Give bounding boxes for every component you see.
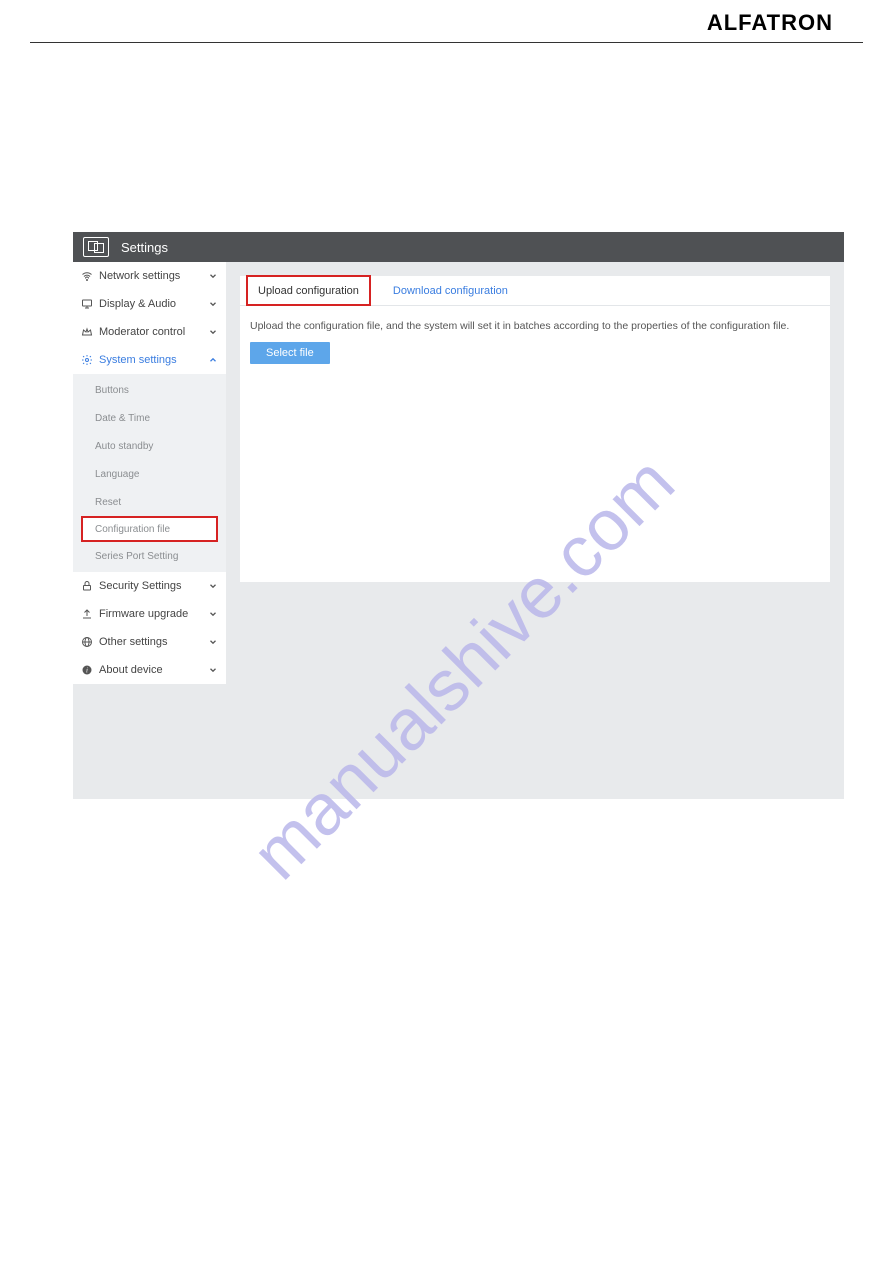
sub-item-reset[interactable]: Reset <box>73 488 226 516</box>
crown-icon <box>81 326 93 338</box>
sidebar-item-moderator[interactable]: Moderator control <box>73 318 226 346</box>
chevron-up-icon <box>208 355 218 365</box>
sidebar-item-label: Network settings <box>99 270 202 282</box>
chevron-down-icon <box>208 609 218 619</box>
sidebar-item-about[interactable]: i About device <box>73 656 226 684</box>
upload-icon <box>81 608 93 620</box>
sub-item-config-file[interactable]: Configuration file <box>81 516 218 542</box>
config-panel: Upload configuration Download configurat… <box>240 276 830 582</box>
content-area: Upload configuration Download configurat… <box>226 262 844 684</box>
sidebar: Network settings Display & Audio Moder <box>73 262 226 684</box>
sidebar-item-other[interactable]: Other settings <box>73 628 226 656</box>
select-file-button[interactable]: Select file <box>250 342 330 364</box>
tab-upload[interactable]: Upload configuration <box>246 275 371 306</box>
sub-item-standby[interactable]: Auto standby <box>73 432 226 460</box>
svg-text:i: i <box>86 667 88 675</box>
settings-window: Settings Network settings Display & Audi… <box>73 232 844 799</box>
tab-download[interactable]: Download configuration <box>381 276 520 305</box>
sub-item-language[interactable]: Language <box>73 460 226 488</box>
sidebar-item-label: About device <box>99 664 202 676</box>
upload-description: Upload the configuration file, and the s… <box>250 320 820 332</box>
sidebar-item-network[interactable]: Network settings <box>73 262 226 290</box>
sidebar-item-label: Moderator control <box>99 326 202 338</box>
title-bar: Settings <box>73 232 844 262</box>
sidebar-item-firmware[interactable]: Firmware upgrade <box>73 600 226 628</box>
lock-icon <box>81 580 93 592</box>
sidebar-item-label: Security Settings <box>99 580 202 592</box>
app-icon <box>83 237 109 257</box>
chevron-down-icon <box>208 299 218 309</box>
sidebar-item-system[interactable]: System settings <box>73 346 226 374</box>
gear-icon <box>81 354 93 366</box>
sidebar-item-security[interactable]: Security Settings <box>73 572 226 600</box>
sidebar-item-label: System settings <box>99 354 202 366</box>
chevron-down-icon <box>208 581 218 591</box>
system-submenu: Buttons Date & Time Auto standby Languag… <box>73 374 226 572</box>
wifi-icon <box>81 270 93 282</box>
tab-bar: Upload configuration Download configurat… <box>240 276 830 306</box>
chevron-down-icon <box>208 271 218 281</box>
sub-item-datetime[interactable]: Date & Time <box>73 404 226 432</box>
sub-item-buttons[interactable]: Buttons <box>73 376 226 404</box>
window-title: Settings <box>121 240 168 255</box>
chevron-down-icon <box>208 327 218 337</box>
info-icon: i <box>81 664 93 676</box>
sidebar-item-label: Firmware upgrade <box>99 608 202 620</box>
sidebar-item-label: Display & Audio <box>99 298 202 310</box>
chevron-down-icon <box>208 637 218 647</box>
globe-icon <box>81 636 93 648</box>
chevron-down-icon <box>208 665 218 675</box>
sidebar-item-display[interactable]: Display & Audio <box>73 290 226 318</box>
brand-logo: ALFATRON <box>707 10 833 35</box>
sub-item-serial-port[interactable]: Series Port Setting <box>73 542 226 570</box>
monitor-icon <box>81 298 93 310</box>
sidebar-item-label: Other settings <box>99 636 202 648</box>
